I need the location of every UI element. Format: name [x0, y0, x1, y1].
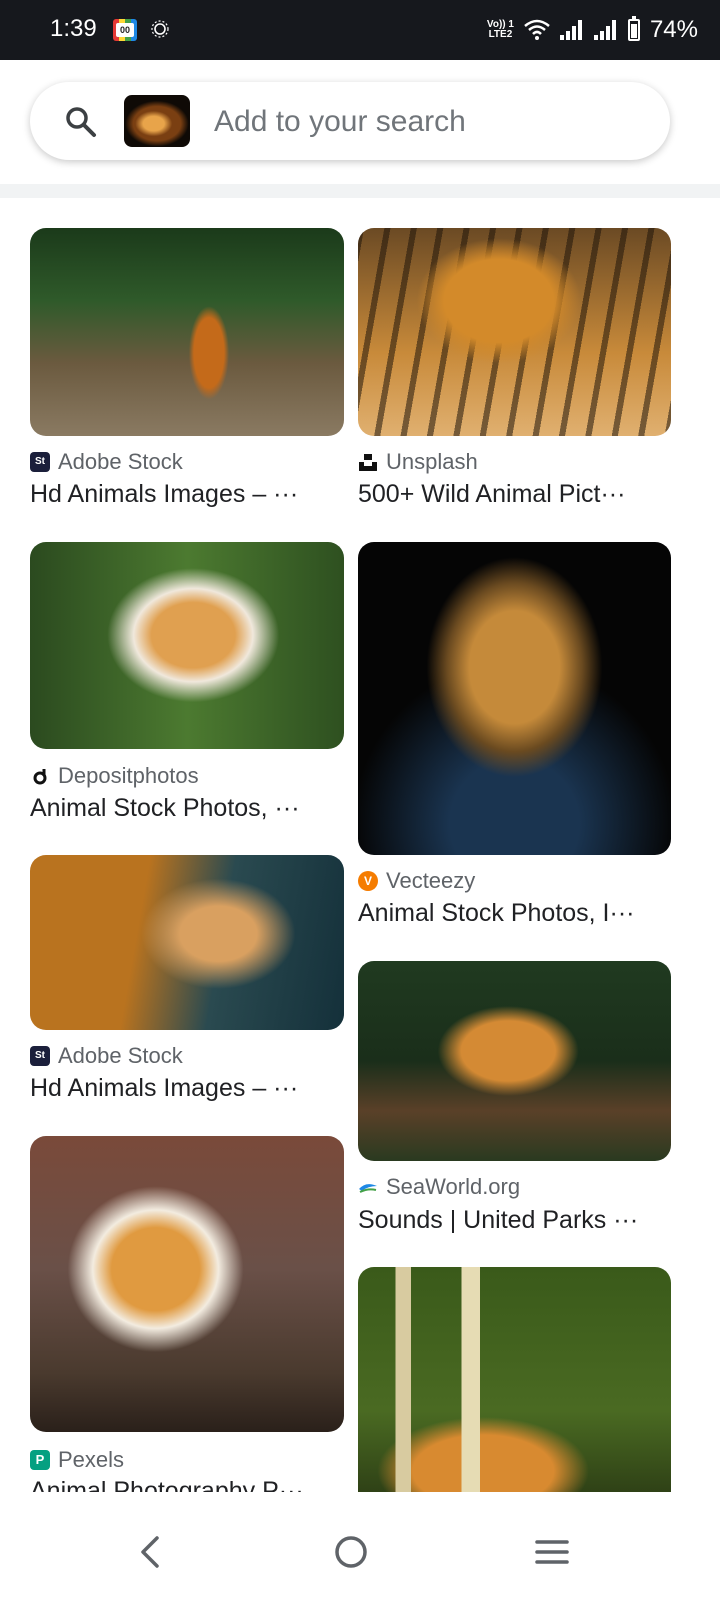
result-source: Adobe Stock	[58, 1043, 183, 1068]
search-input[interactable]	[212, 100, 636, 144]
result-title[interactable]: Animal Photography P···	[30, 1477, 330, 1492]
status-time: 1:39	[50, 15, 97, 42]
home-button[interactable]	[323, 1524, 379, 1580]
seaworld-favicon-icon	[359, 1184, 377, 1193]
signal-2-icon	[593, 20, 618, 40]
result-source: Unsplash	[386, 449, 478, 474]
result-title[interactable]: Hd Animals Images – ···	[30, 480, 330, 509]
signal-1-icon	[559, 20, 584, 40]
result-title[interactable]: Animal Stock Photos, ···	[30, 794, 330, 823]
result-title[interactable]: 500+ Wild Animal Pict···	[358, 480, 658, 509]
adobe-stock-favicon-icon: St	[30, 452, 50, 472]
result-image[interactable]	[358, 1267, 671, 1507]
status-bar: 1:39 00 Vo)) 1 LTE2 74%	[0, 0, 720, 60]
back-icon	[141, 1536, 159, 1568]
battery-icon	[627, 16, 640, 41]
result-image[interactable]	[30, 855, 344, 1030]
result-source: SeaWorld.org	[386, 1174, 521, 1199]
navigation-bar	[0, 1492, 720, 1612]
result-source: Vecteezy	[386, 868, 476, 893]
result-source: Depositphotos	[58, 763, 199, 788]
result-source: Pexels	[58, 1447, 125, 1472]
app-notification-icon: 00	[113, 19, 137, 41]
recents-button[interactable]	[524, 1524, 580, 1580]
result-image[interactable]	[30, 228, 344, 436]
section-divider	[0, 184, 720, 198]
vecteezy-favicon-icon: V	[358, 871, 378, 891]
back-button[interactable]	[122, 1524, 178, 1580]
result-image[interactable]	[358, 961, 671, 1161]
settings-notification-icon	[151, 20, 169, 38]
unsplash-favicon-icon	[359, 454, 377, 471]
result-image[interactable]	[358, 228, 671, 436]
result-title[interactable]: Sounds | United Parks ···	[358, 1206, 658, 1235]
result-image[interactable]	[30, 1136, 344, 1432]
result-image[interactable]	[358, 542, 671, 855]
result-source: Adobe Stock	[58, 449, 183, 474]
result-title[interactable]: Animal Stock Photos, I···	[358, 899, 658, 928]
search-icon[interactable]	[63, 104, 99, 140]
volte-bottom-text: LTE2	[488, 29, 513, 40]
menu-icon	[535, 1540, 569, 1564]
volte-icon: Vo)) 1 LTE2	[487, 20, 514, 40]
home-icon	[335, 1536, 367, 1568]
wifi-icon	[524, 19, 550, 40]
result-image[interactable]	[30, 542, 344, 749]
adobe-stock-favicon-icon: St	[30, 1046, 50, 1066]
depositphotos-favicon-icon	[33, 769, 47, 785]
result-title[interactable]: Hd Animals Images – ···	[30, 1074, 330, 1103]
query-image-thumbnail[interactable]	[124, 95, 190, 147]
battery-percent: 74%	[649, 16, 698, 43]
search-bar[interactable]	[30, 82, 670, 160]
pexels-favicon-icon: P	[30, 1450, 50, 1470]
